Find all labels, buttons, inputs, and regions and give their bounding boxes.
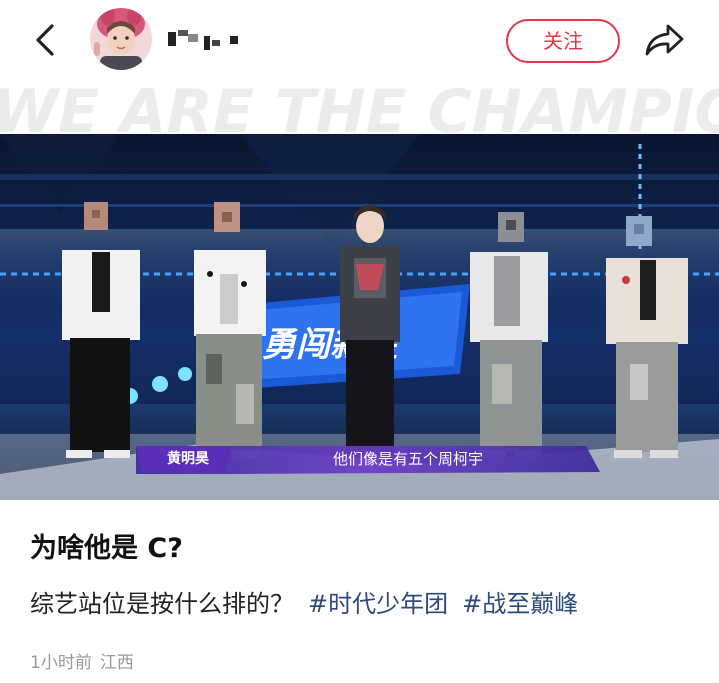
post-location: 江西 [99,653,134,673]
stage-photo: 勇闯新星 黄明昊 他们像是有五个周柯宇 [0,134,719,500]
watermark-band: WE ARE THE CHAMPIONS [0,82,719,134]
post-description: 综艺站位是按什么排的？ [30,590,294,618]
share-arrow-icon [645,24,684,56]
post-detail-page: 关注 WE ARE THE CHAMPIONS [0,0,719,683]
post-header: 关注 [0,0,719,82]
back-button[interactable] [28,22,64,58]
author-avatar[interactable] [90,8,152,70]
post-time: 1小时前 [30,653,92,673]
subtitle-bar: 他们像是有五个周柯宇 [230,447,586,471]
post-image[interactable]: WE ARE THE CHAMPIONS [0,82,719,500]
post-description-line: 综艺站位是按什么排的？ #时代少年团 #战至巅峰 [30,584,578,619]
hashtag-2[interactable]: #战至巅峰 [462,590,578,618]
post-title: 为啥他是 C? [30,533,183,564]
share-button[interactable] [642,20,686,60]
watermark-text: WE ARE THE CHAMPIONS [0,82,719,134]
hashtag-1[interactable]: #时代少年团 [308,590,448,618]
chevron-left-icon [36,24,54,56]
follow-button[interactable]: 关注 [506,19,620,63]
subtitle-text: 他们像是有五个周柯宇 [332,450,483,468]
speaker-name-tag: 黄明昊 [167,451,209,467]
post-meta: 1小时前 江西 [30,648,134,673]
